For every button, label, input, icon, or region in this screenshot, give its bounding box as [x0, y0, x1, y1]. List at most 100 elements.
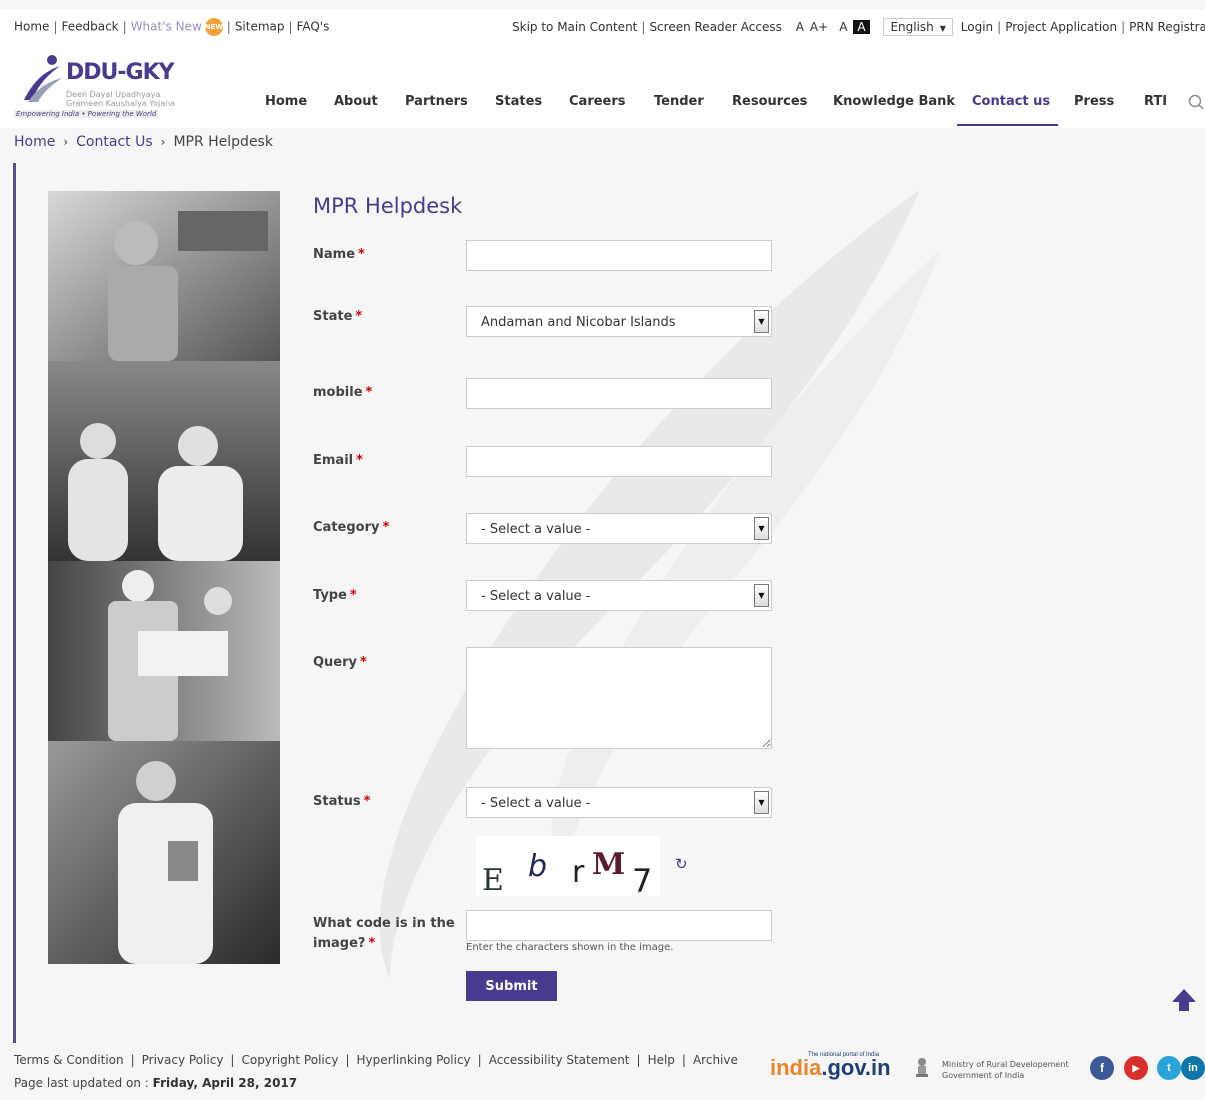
required-mark: * [382, 520, 390, 535]
site-header: DDU-GKY Deen Dayal Upadhyaya Grameen Kaus… [0, 42, 1205, 128]
hyperlinking-policy-link[interactable]: Hyperlinking Policy [356, 1053, 470, 1067]
status-select[interactable]: - Select a value - ▼ [466, 787, 772, 818]
captcha-label: What code is in the image? * [313, 916, 455, 951]
nav-about[interactable]: About [334, 94, 378, 109]
facebook-icon[interactable]: f [1090, 1056, 1114, 1080]
state-label: State * [313, 309, 363, 324]
nav-resources[interactable]: Resources [732, 94, 807, 109]
chevron-right-icon: › [63, 135, 69, 149]
last-updated: Page last updated on : Friday, April 28,… [14, 1076, 297, 1090]
status-label: Status * [313, 794, 371, 809]
terms-link[interactable]: Terms & Condition [14, 1053, 124, 1067]
status-select-value: - Select a value - [481, 796, 591, 811]
footer-links: Terms & Condition | Privacy Policy | Copyrig… [14, 1053, 738, 1067]
archive-link[interactable]: Archive [693, 1053, 738, 1067]
query-label: Query * [313, 655, 367, 670]
breadcrumb-home[interactable]: Home [14, 134, 55, 150]
copyright-policy-link[interactable]: Copyright Policy [241, 1053, 338, 1067]
captcha-char: b [528, 849, 547, 884]
chevron-right-icon: › [160, 135, 166, 149]
name-input[interactable] [466, 240, 772, 271]
type-select[interactable]: - Select a value - ▼ [466, 580, 772, 611]
breadcrumb-current: MPR Helpdesk [173, 134, 273, 150]
form-title: MPR Helpdesk [313, 194, 463, 218]
dropdown-arrow-icon: ▼ [754, 791, 769, 814]
india-gov-rest: .gov.in [821, 1055, 891, 1080]
captcha-char: r [572, 855, 585, 890]
mobile-label: mobile * [313, 385, 373, 400]
back-to-top-icon[interactable] [1171, 988, 1197, 1012]
skip-to-main-link[interactable]: Skip to Main Content [512, 20, 637, 34]
twitter-icon[interactable]: t [1157, 1056, 1181, 1080]
nav-rti[interactable]: RTI [1144, 94, 1167, 109]
dropdown-arrow-icon: ▼ [754, 517, 769, 540]
site-footer: Terms & Condition | Privacy Policy | Copyrig… [0, 1043, 1205, 1100]
font-size-large-button[interactable]: A+ [810, 20, 828, 34]
linkedin-icon[interactable]: in [1181, 1056, 1205, 1080]
name-label: Name * [313, 247, 365, 262]
nav-knowledge-bank[interactable]: Knowledge Bank [833, 94, 955, 109]
faq-link[interactable]: FAQ's [297, 20, 330, 34]
category-select[interactable]: - Select a value - ▼ [466, 513, 772, 544]
active-nav-underline [957, 124, 1058, 126]
feedback-link[interactable]: Feedback [61, 20, 118, 34]
submit-button[interactable]: Submit [466, 971, 557, 1001]
project-application-link[interactable]: Project Application [1005, 20, 1117, 34]
nav-careers[interactable]: Careers [569, 94, 626, 109]
font-size-small-button[interactable]: A [796, 20, 804, 34]
sitemap-link[interactable]: Sitemap [235, 20, 285, 34]
ministry-name: Ministry of Rural Developement Government… [942, 1059, 1069, 1081]
utility-links-right: Skip to Main Content | Screen Reader Acces… [512, 18, 1205, 36]
nav-partners[interactable]: Partners [405, 94, 468, 109]
type-label: Type * [313, 588, 357, 603]
whats-new-link[interactable]: What's New [131, 20, 202, 34]
captcha-char: 7 [632, 862, 652, 896]
required-mark: * [349, 588, 357, 603]
language-select[interactable]: English ▼ [883, 18, 953, 36]
utility-links-left: Home | Feedback | What's New NEW | Sitemap | FAQ'… [14, 18, 329, 36]
captcha-input[interactable] [466, 910, 772, 941]
nav-tender[interactable]: Tender [654, 94, 704, 109]
last-updated-date: Friday, April 28, 2017 [152, 1076, 298, 1090]
breadcrumb: Home › Contact Us › MPR Helpdesk [14, 134, 273, 150]
mobile-input[interactable] [466, 378, 772, 409]
required-mark: * [355, 309, 363, 324]
help-link[interactable]: Help [648, 1053, 675, 1067]
india-gov-logo[interactable]: india.gov.in The national portal of India [770, 1052, 891, 1081]
captcha-image: E b r M 7 [476, 836, 660, 896]
privacy-policy-link[interactable]: Privacy Policy [142, 1053, 224, 1067]
nav-home[interactable]: Home [265, 94, 307, 109]
screen-reader-link[interactable]: Screen Reader Access [649, 20, 781, 34]
search-icon[interactable] [1188, 94, 1204, 110]
query-textarea[interactable] [466, 647, 772, 749]
required-mark: * [368, 936, 376, 951]
captcha-char: M [592, 847, 625, 882]
national-emblem-icon [916, 1058, 928, 1077]
required-mark: * [363, 794, 371, 809]
india-gov-tagline: The national portal of India [808, 1052, 880, 1058]
required-mark: * [360, 655, 367, 670]
chevron-down-icon: ▼ [939, 24, 946, 33]
email-input[interactable] [466, 446, 772, 477]
category-label: Category * [313, 520, 390, 535]
login-link[interactable]: Login [961, 20, 993, 34]
state-select-value: Andaman and Nicobar Islands [481, 315, 676, 330]
nav-states[interactable]: States [495, 94, 542, 109]
nav-contact-us[interactable]: Contact us [972, 94, 1050, 109]
captcha-hint: Enter the characters shown in the image. [466, 942, 674, 953]
youtube-icon[interactable]: ▶ [1124, 1056, 1148, 1080]
new-badge-icon: NEW [204, 18, 223, 36]
nav-press[interactable]: Press [1074, 94, 1114, 109]
workers-photo-collage [48, 191, 280, 964]
top-home-link[interactable]: Home [14, 20, 49, 34]
state-select[interactable]: Andaman and Nicobar Islands ▼ [466, 306, 772, 337]
accessibility-statement-link[interactable]: Accessibility Statement [489, 1053, 630, 1067]
ministry-line-2: Government of India [942, 1071, 1025, 1080]
refresh-captcha-icon[interactable]: ↻ [675, 855, 688, 873]
prn-registration-link[interactable]: PRN Registration [1129, 20, 1205, 34]
breadcrumb-contact-us[interactable]: Contact Us [76, 134, 152, 150]
required-mark: * [365, 385, 373, 400]
type-select-value: - Select a value - [481, 589, 591, 604]
font-normal-button[interactable]: A [839, 20, 847, 34]
high-contrast-button[interactable]: A [853, 20, 870, 34]
